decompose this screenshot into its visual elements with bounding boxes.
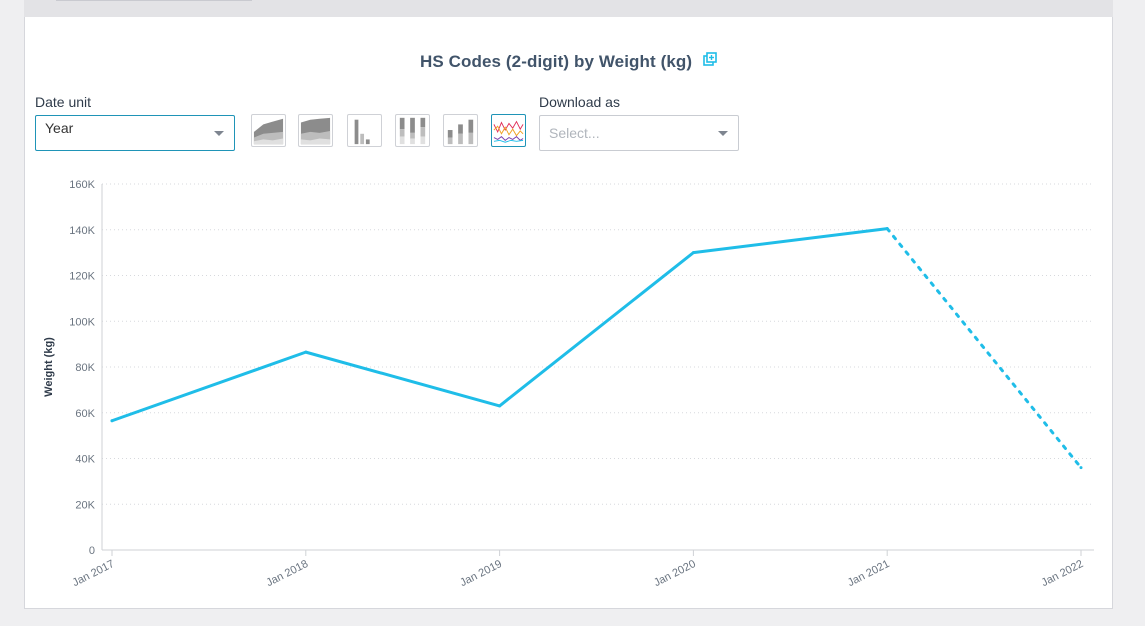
data-point[interactable]: [498, 404, 502, 408]
data-point[interactable]: [110, 419, 114, 423]
x-tick-label: Jan 2019: [458, 558, 504, 589]
x-tick-label: Jan 2020: [652, 558, 698, 589]
y-tick-label: 160K: [69, 179, 95, 191]
data-point[interactable]: [304, 350, 308, 354]
data-point[interactable]: [1079, 466, 1083, 470]
line-chart: 0 20K 40K 60K 80K 100K 120K 140K 160K Weight (kg)…: [43, 179, 1094, 589]
data-point[interactable]: [885, 227, 889, 231]
y-tick-label: 20K: [75, 499, 95, 511]
y-tick-label: 120K: [69, 271, 95, 283]
series-line: [110, 227, 889, 423]
data-point[interactable]: [691, 251, 695, 255]
x-tick-label: Jan 2021: [846, 558, 892, 589]
series-line-projection: [885, 227, 1083, 470]
y-axis-title: Weight (kg): [43, 337, 55, 397]
y-tick-label: 100K: [69, 316, 95, 328]
x-tick-label: Jan 2022: [1040, 558, 1086, 589]
y-tick-label: 40K: [75, 454, 95, 466]
x-tick-label: Jan 2017: [71, 558, 117, 589]
y-tick-label: 80K: [75, 362, 95, 374]
y-tick-label: 60K: [75, 408, 95, 420]
y-tick-label: 0: [89, 545, 95, 557]
x-tick-label: Jan 2018: [264, 558, 310, 589]
y-tick-label: 140K: [69, 225, 95, 237]
